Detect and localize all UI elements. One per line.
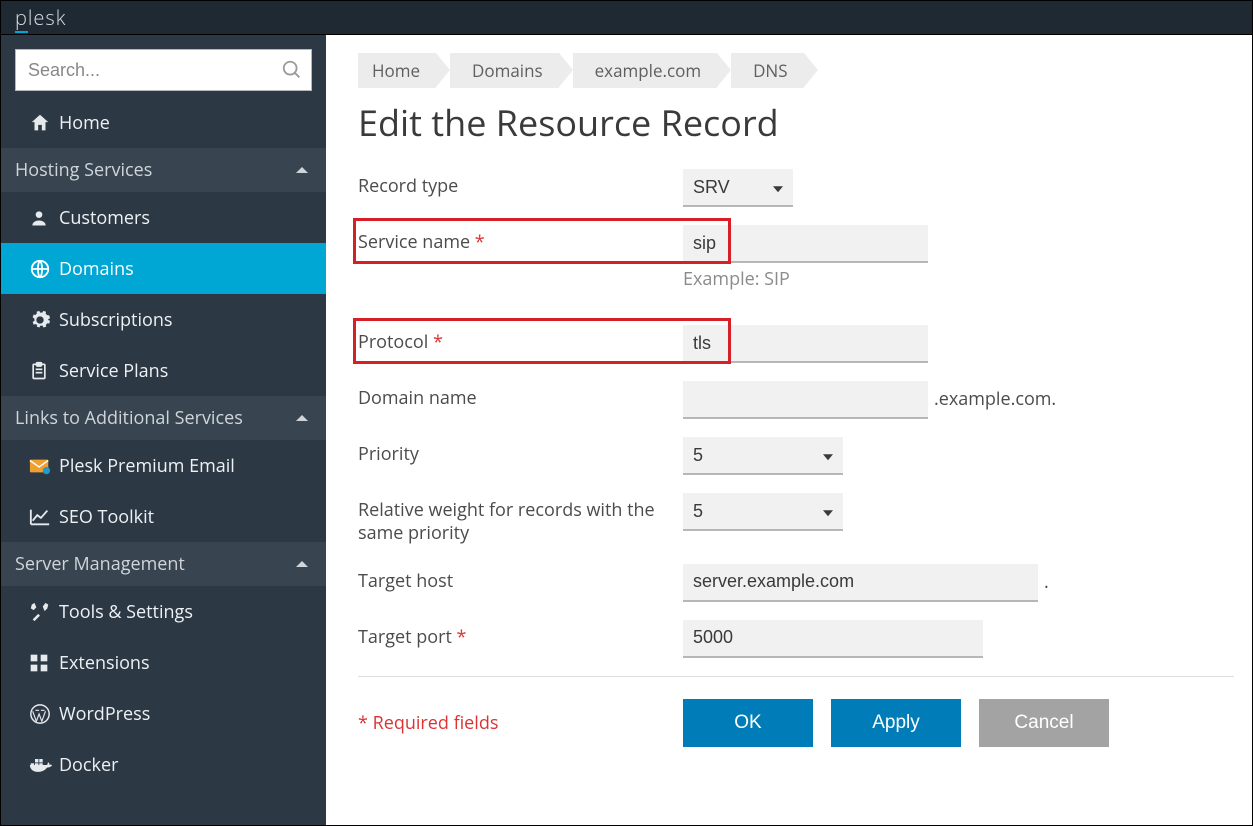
relative-weight-select[interactable]: 5	[683, 493, 843, 531]
target-port-input[interactable]	[683, 620, 983, 658]
service-name-suffix-input	[731, 225, 928, 263]
globe-icon	[29, 258, 59, 280]
actions-row: * Required fields OK Apply Cancel	[358, 699, 1234, 747]
protocol-input[interactable]	[683, 325, 731, 363]
row-priority: Priority 5	[358, 437, 1234, 475]
tools-icon	[29, 601, 59, 623]
service-name-input[interactable]	[683, 225, 731, 263]
sidebar-item-label: Docker	[59, 753, 308, 777]
breadcrumb-dns[interactable]: DNS	[731, 53, 803, 88]
row-target-port: Target port *	[358, 620, 1234, 658]
row-domain-name: Domain name .example.com.	[358, 381, 1234, 419]
target-host-label: Target host	[358, 564, 683, 593]
record-type-label: Record type	[358, 169, 683, 198]
docker-icon	[29, 756, 59, 774]
relative-weight-label: Relative weight for records with the sam…	[358, 493, 683, 546]
sidebar-item-label: Home	[59, 111, 308, 135]
sidebar-item-label: Subscriptions	[59, 308, 308, 332]
apply-button[interactable]: Apply	[831, 699, 961, 747]
target-host-input[interactable]	[683, 564, 1038, 602]
target-port-label: Target port *	[358, 620, 683, 649]
sidebar-item-label: Extensions	[59, 651, 308, 675]
clipboard-icon	[29, 360, 59, 382]
grid-icon	[29, 653, 59, 673]
sidebar-section-links[interactable]: Links to Additional Services	[1, 396, 326, 440]
sidebar-item-domains[interactable]: Domains	[1, 243, 326, 294]
sidebar-item-wordpress[interactable]: WordPress	[1, 688, 326, 739]
breadcrumb-domains[interactable]: Domains	[450, 53, 559, 88]
sidebar-item-seo-toolkit[interactable]: SEO Toolkit	[1, 491, 326, 542]
priority-select[interactable]: 5	[683, 437, 843, 475]
domain-name-label: Domain name	[358, 381, 683, 410]
breadcrumb: Home Domains example.com DNS	[358, 53, 1234, 88]
chevron-up-icon	[296, 167, 308, 173]
row-target-host: Target host .	[358, 564, 1234, 602]
service-name-hint: Example: SIP	[683, 267, 1234, 291]
sidebar-item-label: Tools & Settings	[59, 600, 308, 624]
sidebar-item-label: Service Plans	[59, 359, 308, 383]
sidebar-item-service-plans[interactable]: Service Plans	[1, 345, 326, 396]
top-bar: plesk	[1, 1, 1252, 35]
sidebar-item-label: WordPress	[59, 702, 308, 726]
row-relative-weight: Relative weight for records with the sam…	[358, 493, 1234, 546]
brand-logo: plesk	[15, 4, 66, 31]
sidebar-item-premium-email[interactable]: Plesk Premium Email	[1, 440, 326, 491]
sidebar-item-label: SEO Toolkit	[59, 505, 308, 529]
search-icon	[281, 59, 303, 81]
mail-icon	[29, 456, 59, 476]
cancel-button[interactable]: Cancel	[979, 699, 1109, 747]
record-type-select[interactable]: SRV	[683, 169, 793, 207]
breadcrumb-home[interactable]: Home	[358, 53, 436, 88]
main-content: Home Domains example.com DNS Edit the Re…	[326, 35, 1252, 825]
row-record-type: Record type SRV	[358, 169, 1234, 207]
chevron-up-icon	[296, 561, 308, 567]
chart-icon	[29, 507, 59, 527]
row-protocol: Protocol *	[358, 325, 1234, 363]
search-input[interactable]	[16, 50, 311, 90]
gear-icon	[29, 309, 59, 331]
sidebar-item-extensions[interactable]: Extensions	[1, 637, 326, 688]
domain-name-input[interactable]	[683, 381, 928, 419]
protocol-label: Protocol *	[358, 325, 683, 354]
home-icon	[29, 112, 59, 134]
domain-suffix: .example.com.	[934, 381, 1056, 411]
sidebar-item-tools-settings[interactable]: Tools & Settings	[1, 586, 326, 637]
chevron-up-icon	[296, 415, 308, 421]
sidebar-item-subscriptions[interactable]: Subscriptions	[1, 294, 326, 345]
sidebar-item-docker[interactable]: Docker	[1, 739, 326, 790]
protocol-suffix-input	[731, 325, 928, 363]
sidebar: Home Hosting Services Customers Domains …	[1, 35, 326, 825]
sidebar-item-label: Domains	[59, 257, 308, 281]
sidebar-item-label: Plesk Premium Email	[59, 454, 308, 478]
divider	[358, 676, 1234, 677]
priority-label: Priority	[358, 437, 683, 466]
sidebar-item-label: Customers	[59, 206, 308, 230]
wordpress-icon	[29, 703, 59, 725]
sidebar-section-server[interactable]: Server Management	[1, 542, 326, 586]
service-name-label: Service name *	[358, 225, 683, 254]
page-title: Edit the Resource Record	[358, 98, 1234, 147]
breadcrumb-domain[interactable]: example.com	[573, 53, 717, 88]
required-note: * Required fields	[358, 711, 683, 735]
row-service-name: Service name * Example: SIP	[358, 225, 1234, 291]
sidebar-section-hosting[interactable]: Hosting Services	[1, 148, 326, 192]
sidebar-item-customers[interactable]: Customers	[1, 192, 326, 243]
target-host-suffix: .	[1044, 564, 1049, 594]
sidebar-item-home[interactable]: Home	[1, 97, 326, 148]
person-icon	[29, 208, 59, 228]
search-box[interactable]	[15, 49, 312, 91]
ok-button[interactable]: OK	[683, 699, 813, 747]
